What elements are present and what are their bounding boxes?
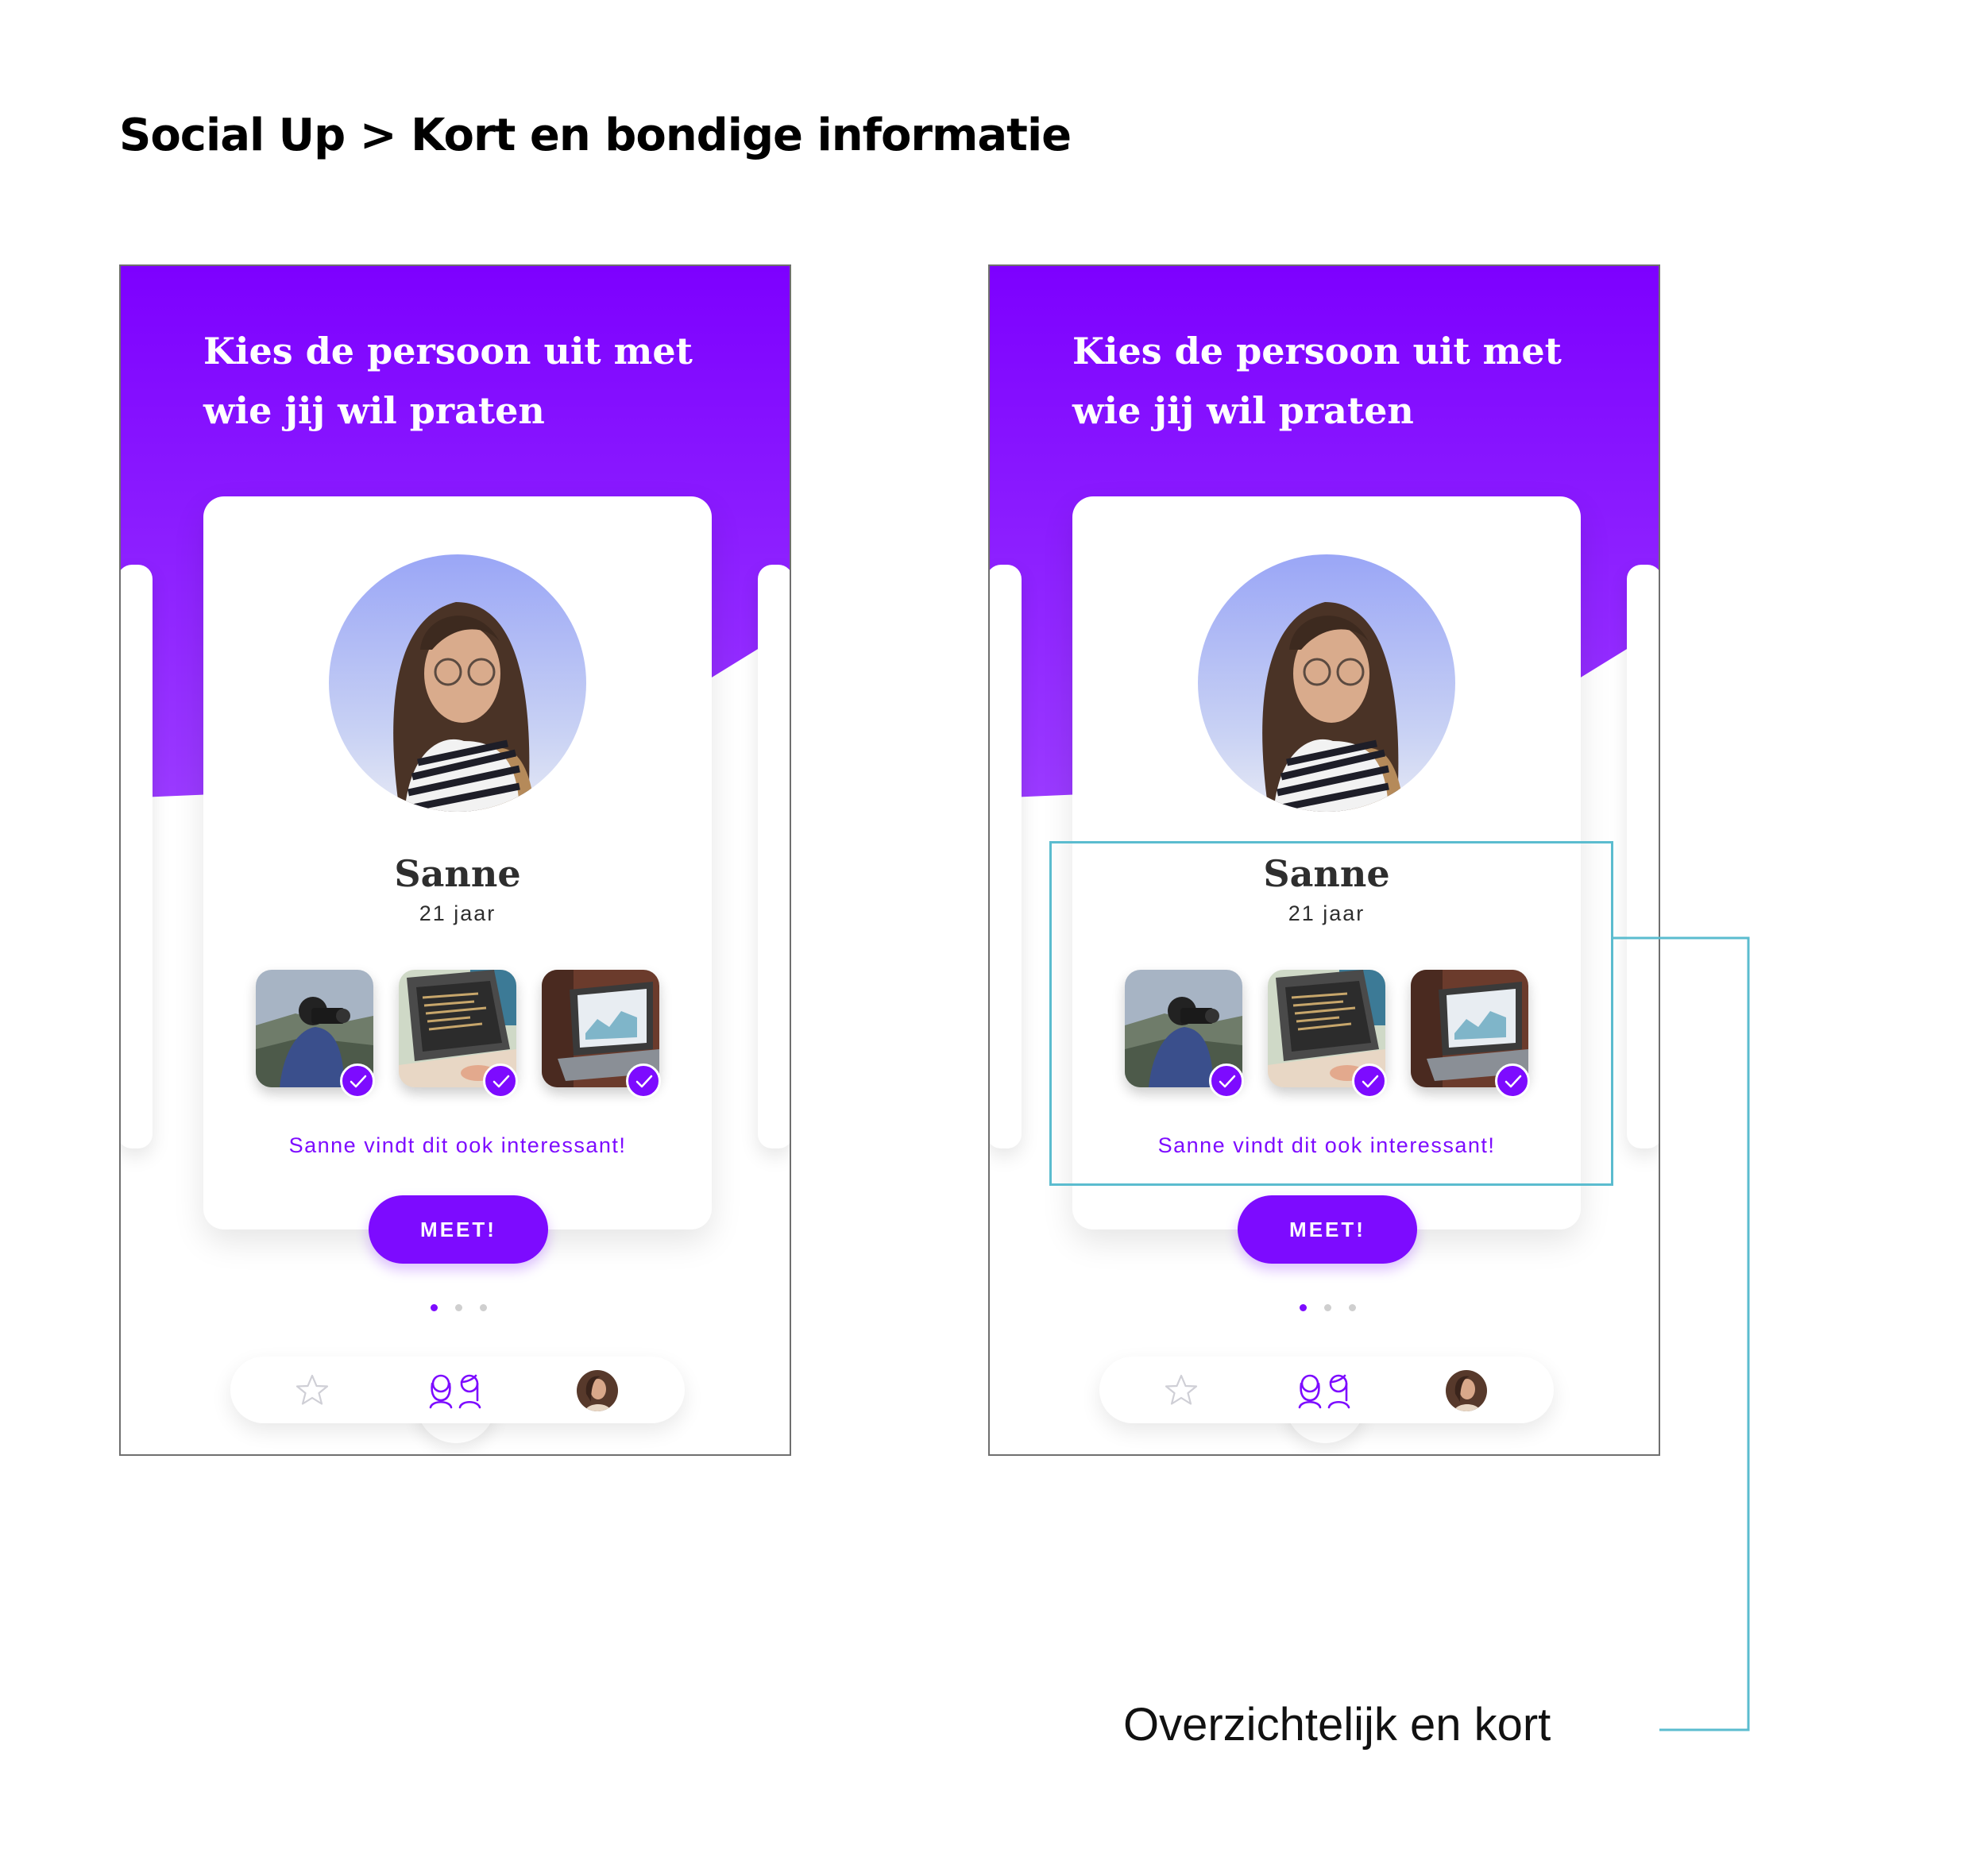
annotation-label: Overzichtelijk en kort [1123, 1699, 1551, 1751]
annotation-connector-line [1613, 936, 1750, 1731]
